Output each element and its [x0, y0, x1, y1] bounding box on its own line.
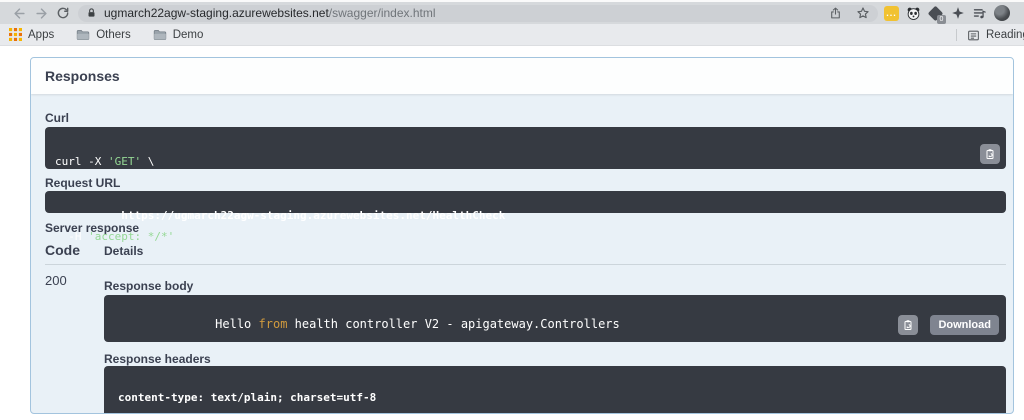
reading-list-icon [967, 29, 980, 42]
browser-window: ugmarch22agw-staging.azurewebsites.net/s… [0, 0, 1024, 420]
extensions-area: ... 0 [884, 5, 1012, 21]
share-icon[interactable] [829, 6, 842, 20]
bookmark-label: Others [96, 29, 131, 41]
request-url-value: https://ugmarch22agw-staging.azurewebsit… [121, 209, 505, 222]
star-extension-icon[interactable] [950, 6, 965, 21]
forward-arrow-icon [34, 6, 49, 21]
bookmark-label: Demo [173, 29, 204, 41]
curl-command-block: curl -X 'GET' \ 'https://ugmarch22agw-st… [45, 127, 1006, 169]
bookmark-label: Apps [28, 29, 54, 41]
response-headers-block: content-type: text/plain; charset=utf-8 … [104, 366, 1006, 414]
curl-line-1: curl -X 'GET' \ [55, 156, 996, 169]
reading-list-button[interactable]: Reading list [956, 24, 1024, 46]
copy-response-button[interactable] [898, 315, 918, 335]
response-body-block: Hello from health controller V2 - apigat… [104, 295, 1006, 342]
bookmark-star-icon[interactable] [856, 6, 870, 20]
responses-section-header: Responses [31, 58, 1013, 94]
reload-icon [56, 6, 70, 20]
reading-list-label: Reading list [986, 29, 1024, 41]
bookmark-folder-demo[interactable]: Demo [153, 29, 204, 41]
response-headers-label: Response headers [104, 353, 1006, 365]
body-keyword: from [259, 317, 288, 331]
browser-toolbar: ugmarch22agw-staging.azurewebsites.net/s… [0, 0, 1024, 24]
apps-grid-icon [9, 28, 22, 41]
badged-extension-icon[interactable]: 0 [928, 6, 943, 21]
curl-text: \ [141, 155, 154, 168]
forward-button[interactable] [30, 2, 52, 24]
status-code: 200 [45, 274, 104, 414]
curl-line-3: -H 'accept: */*' [55, 231, 996, 244]
extension-overflow-icon[interactable]: ... [884, 6, 899, 21]
response-body-actions: Download [898, 315, 999, 335]
download-button[interactable]: Download [930, 315, 999, 335]
clipboard-icon [902, 319, 914, 331]
back-arrow-icon [12, 6, 27, 21]
reload-button[interactable] [52, 2, 74, 24]
back-button[interactable] [8, 2, 30, 24]
bookmark-apps[interactable]: Apps [9, 28, 54, 41]
bookmarks-bar: Apps Others Demo Reading list [0, 24, 1024, 46]
curl-label: Curl [45, 112, 1006, 124]
bookmarks-separator [956, 29, 957, 41]
body-text: Hello [215, 317, 258, 331]
url-path: /swagger/index.html [329, 6, 436, 20]
page-content: Responses Curl curl -X 'GET' \ 'https://… [0, 47, 1024, 420]
body-text: health controller V2 - apigateway.Contro… [287, 317, 619, 331]
lock-icon [86, 7, 97, 19]
header-line: content-type: text/plain; charset=utf-8 [118, 392, 992, 403]
panda-extension-icon[interactable] [906, 6, 921, 21]
copy-curl-button[interactable] [980, 144, 1000, 164]
response-body-label: Response body [104, 280, 1006, 292]
response-details-cell: Response body Hello from health controll… [104, 274, 1006, 414]
folder-icon [76, 29, 90, 41]
profile-avatar[interactable] [994, 5, 1010, 21]
clipboard-icon [984, 148, 996, 160]
url-host: ugmarch22agw-staging.azurewebsites.net [104, 6, 329, 20]
request-url-block: https://ugmarch22agw-staging.azurewebsit… [45, 191, 1006, 213]
url-text: ugmarch22agw-staging.azurewebsites.net/s… [104, 6, 436, 20]
curl-text: curl -X [55, 155, 108, 168]
folder-icon [153, 29, 167, 41]
curl-string: 'GET' [108, 155, 141, 168]
playlist-extension-icon[interactable] [972, 6, 987, 21]
bookmark-folder-others[interactable]: Others [76, 29, 131, 41]
responses-title: Responses [45, 68, 120, 84]
address-bar[interactable]: ugmarch22agw-staging.azurewebsites.net/s… [78, 5, 878, 22]
response-body-text: Hello from health controller V2 - apigat… [215, 317, 620, 331]
response-row-200: 200 Response body Hello from health cont… [45, 265, 1006, 414]
swagger-opblock-get: Responses Curl curl -X 'GET' \ 'https://… [30, 57, 1014, 414]
opblock-body: Curl curl -X 'GET' \ 'https://ugmarch22a… [31, 94, 1013, 414]
extension-badge: 0 [937, 15, 946, 24]
